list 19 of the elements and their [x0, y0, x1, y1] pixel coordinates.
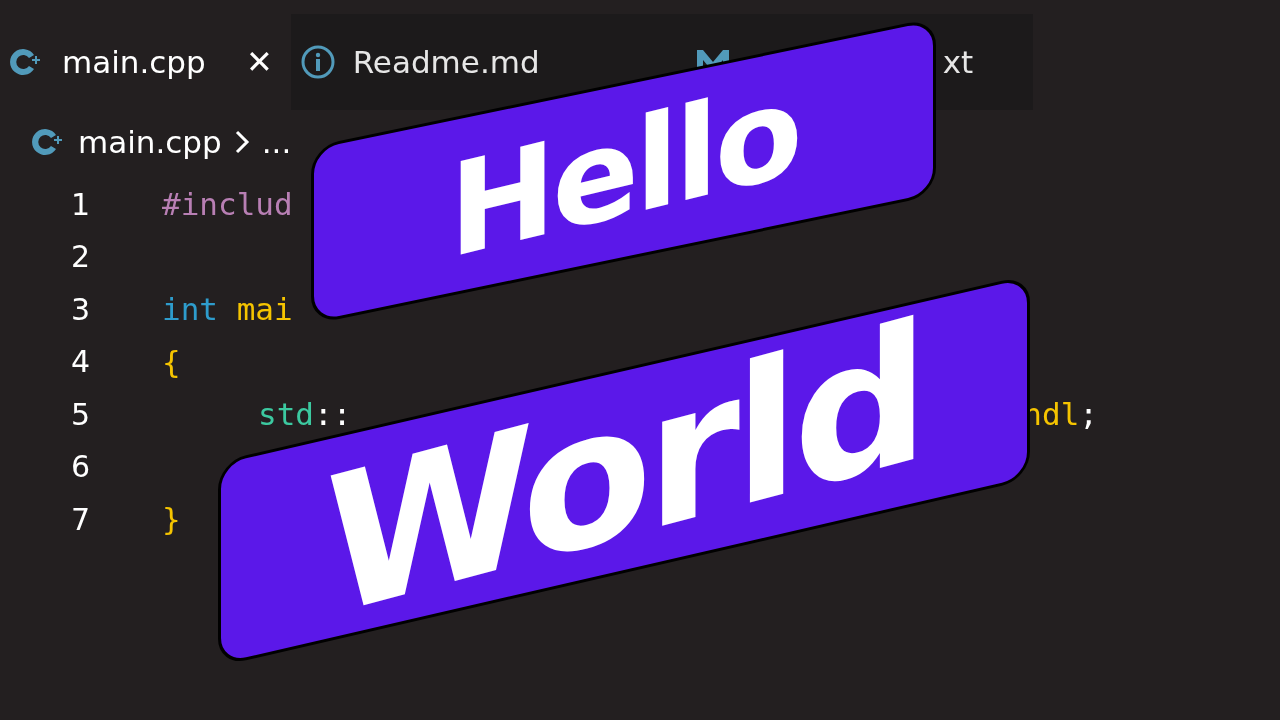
code-token: ; — [1079, 396, 1098, 433]
line-number: 1 — [69, 186, 91, 222]
code-token: std — [258, 396, 314, 433]
breadcrumb-file[interactable]: main.cpp — [78, 124, 222, 160]
code-token: int — [162, 291, 219, 328]
code-token: mai — [236, 291, 293, 328]
line-number: 4 — [69, 344, 91, 380]
close-button[interactable]: ✕ — [235, 43, 273, 81]
code-token: { — [162, 343, 181, 380]
info-icon — [300, 45, 335, 79]
line-number: 3 — [69, 291, 91, 327]
line-number: 6 — [69, 449, 91, 485]
line-number: 7 — [69, 501, 91, 537]
code-token: } — [162, 501, 181, 538]
line-number: 5 — [69, 396, 91, 432]
chevron-right-icon — [233, 129, 250, 155]
line-number: 2 — [69, 239, 91, 275]
code-token: #includ — [162, 186, 293, 223]
breadcrumb-more[interactable]: ... — [261, 124, 292, 160]
